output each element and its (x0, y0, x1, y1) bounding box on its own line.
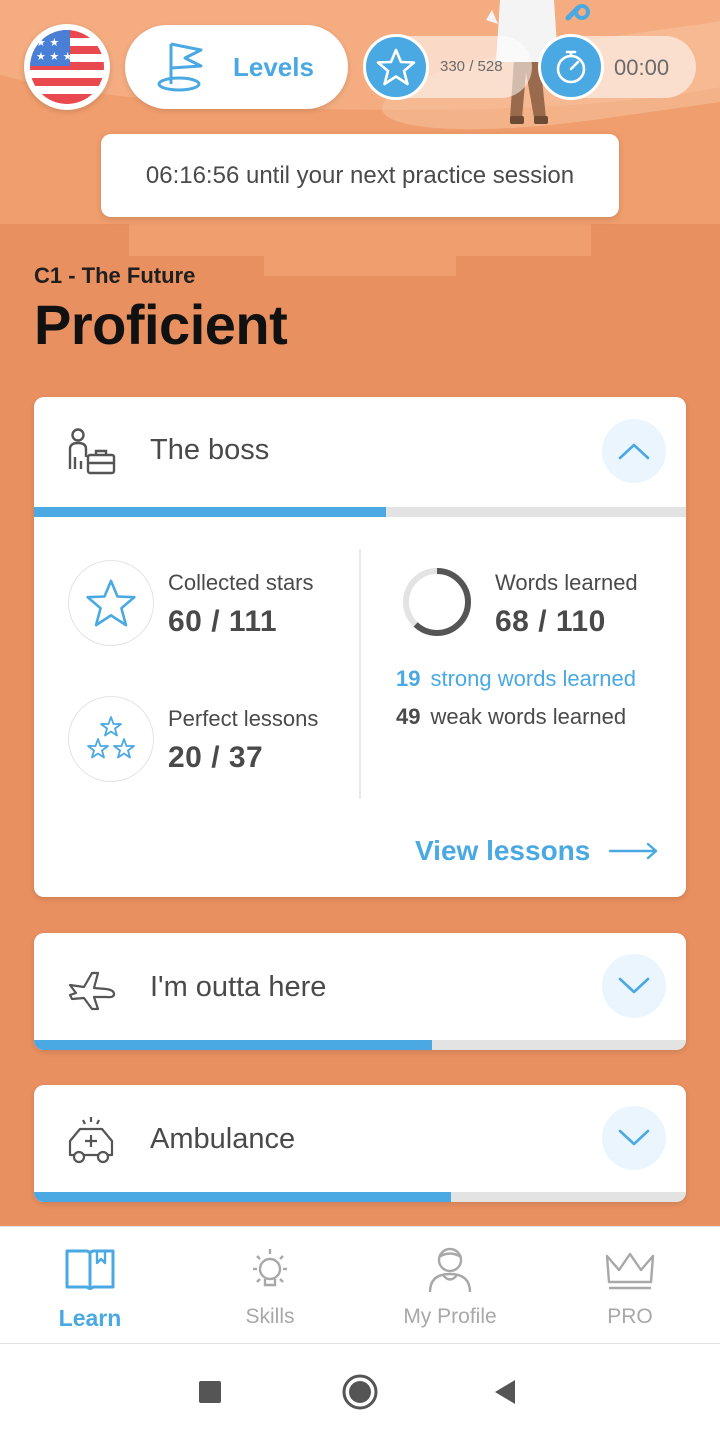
expand-button[interactable] (602, 1106, 666, 1170)
words-learned-label: Words learned (495, 570, 638, 595)
chevron-down-icon (618, 977, 650, 994)
back-triangle-icon (495, 1380, 515, 1404)
lightbulb-icon (243, 1243, 297, 1297)
flag-icon (157, 42, 203, 92)
home-button[interactable] (336, 1368, 384, 1416)
nav-label-learn: Learn (58, 1305, 122, 1331)
nav-label-pro: PRO (607, 1305, 653, 1328)
levels-button[interactable]: Levels (125, 25, 348, 109)
nav-item-pro[interactable]: PRO (540, 1227, 720, 1345)
language-flag-button[interactable]: ★ ★ ★ ★ ★ (24, 24, 110, 110)
strong-words-line: 19 strong words learned (396, 666, 636, 692)
timer-value: 00:00 (614, 55, 670, 80)
unit-card-ambulance[interactable]: Ambulance (34, 1085, 686, 1202)
app-screen: ★ ★ ★ ★ ★ Levels 330 / 528 00:00 06:16:5… (0, 0, 720, 1226)
weak-words-label: weak words learned (430, 704, 627, 729)
perfect-lessons-icon (68, 696, 154, 782)
perfect-lessons-value: 20 / 37 (168, 741, 264, 774)
chevron-up-icon (618, 443, 650, 460)
level-name: Proficient (34, 293, 288, 356)
us-flag-icon: ★ ★ ★ ★ ★ (30, 30, 104, 104)
unit-title: The boss (150, 434, 270, 466)
businessman-briefcase-icon (68, 428, 116, 475)
unit-progress-bar (34, 1040, 686, 1050)
view-lessons-button[interactable]: View lessons (415, 835, 660, 867)
stars-count: 330 / 528 (440, 58, 503, 75)
unit-header[interactable]: Ambulance (34, 1085, 686, 1192)
system-navigation-bar (0, 1344, 720, 1440)
airplane-icon (68, 971, 116, 1011)
stats-divider (359, 549, 361, 799)
unit-progress-fill (34, 1192, 452, 1202)
collected-stars-label: Collected stars (168, 570, 314, 595)
perfect-lessons-label: Perfect lessons (168, 706, 319, 731)
book-icon (63, 1243, 117, 1297)
nav-item-learn[interactable]: Learn (0, 1227, 180, 1345)
arrow-right-icon (609, 842, 658, 860)
circle-icon (342, 1374, 378, 1410)
level-code: C1 - The Future (34, 263, 196, 288)
star-icon (363, 34, 429, 100)
back-button[interactable] (482, 1368, 530, 1416)
collected-stars-value: 60 / 111 (168, 605, 278, 638)
unit-progress-bar (34, 1192, 686, 1202)
unit-title: Ambulance (150, 1123, 296, 1155)
background-step (264, 256, 456, 276)
next-practice-toast: 06:16:56 until your next practice sessio… (101, 134, 619, 217)
crown-icon (603, 1243, 657, 1297)
unit-title: I'm outta here (150, 971, 327, 1003)
unit-card-im-outta-here[interactable]: I'm outta here (34, 933, 686, 1050)
nav-label-skills: Skills (245, 1305, 295, 1328)
unit-header[interactable]: I'm outta here (34, 933, 686, 1040)
unit-stats: Collected stars 60 / 111 Perfect lessons… (34, 517, 686, 897)
words-progress-ring (403, 568, 471, 636)
next-practice-text: 06:16:56 until your next practice sessio… (145, 161, 575, 189)
svg-text:★ ★: ★ ★ (36, 36, 59, 49)
nav-label-my-profile: My Profile (403, 1305, 497, 1328)
nav-item-skills[interactable]: Skills (180, 1227, 360, 1345)
expand-button[interactable] (602, 954, 666, 1018)
background-step (129, 224, 591, 256)
strong-words-label: strong words learned (430, 666, 636, 691)
strong-words-count: 19 (396, 666, 421, 691)
weak-words-count: 49 (396, 704, 421, 729)
collected-stars-icon (68, 560, 154, 646)
unit-progress-fill (34, 507, 387, 517)
square-icon (199, 1381, 221, 1403)
ambulance-icon (68, 1117, 114, 1164)
stopwatch-icon (538, 34, 604, 100)
unit-header[interactable]: The boss (34, 397, 686, 507)
nav-item-my-profile[interactable]: My Profile (360, 1227, 540, 1345)
unit-progress-bar (34, 507, 686, 517)
weak-words-line: 49 weak words learned (396, 704, 626, 730)
unit-progress-fill (34, 1040, 432, 1050)
recents-button[interactable] (186, 1368, 234, 1416)
view-lessons-label: View lessons (415, 835, 591, 866)
unit-card-the-boss: The boss Collected stars 60 / 111 Perfec… (34, 397, 686, 897)
chevron-down-icon (618, 1129, 650, 1146)
collapse-button[interactable] (602, 419, 666, 483)
words-learned-value: 68 / 110 (495, 605, 606, 638)
bottom-navigation: Learn Skills My Profile PRO (0, 1226, 720, 1344)
levels-label: Levels (233, 51, 314, 82)
profile-icon (423, 1243, 477, 1297)
svg-text:★ ★ ★: ★ ★ ★ (36, 50, 73, 63)
